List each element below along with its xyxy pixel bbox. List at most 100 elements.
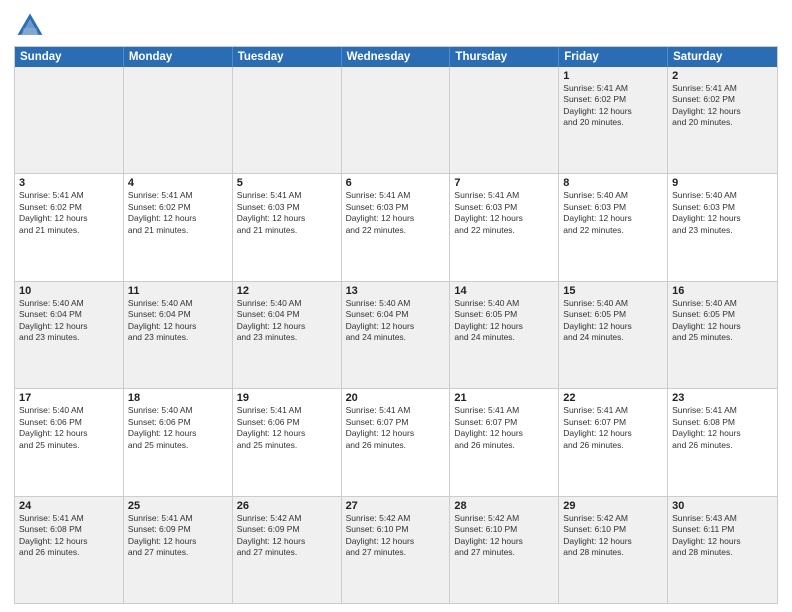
day-number: 9 — [672, 177, 773, 189]
day-info: Sunrise: 5:40 AM Sunset: 6:06 PM Dayligh… — [19, 405, 119, 451]
day-number: 18 — [128, 392, 228, 404]
header-day-tuesday: Tuesday — [233, 47, 342, 67]
calendar-cell: 30Sunrise: 5:43 AM Sunset: 6:11 PM Dayli… — [668, 497, 777, 603]
day-number: 21 — [454, 392, 554, 404]
day-info: Sunrise: 5:41 AM Sunset: 6:02 PM Dayligh… — [19, 190, 119, 236]
calendar-cell: 23Sunrise: 5:41 AM Sunset: 6:08 PM Dayli… — [668, 389, 777, 495]
day-number: 4 — [128, 177, 228, 189]
day-info: Sunrise: 5:42 AM Sunset: 6:10 PM Dayligh… — [563, 513, 663, 559]
day-info: Sunrise: 5:41 AM Sunset: 6:06 PM Dayligh… — [237, 405, 337, 451]
day-number: 29 — [563, 500, 663, 512]
calendar-week-3: 10Sunrise: 5:40 AM Sunset: 6:04 PM Dayli… — [15, 282, 777, 389]
day-number: 27 — [346, 500, 446, 512]
day-number: 28 — [454, 500, 554, 512]
calendar-week-5: 24Sunrise: 5:41 AM Sunset: 6:08 PM Dayli… — [15, 497, 777, 603]
calendar-cell — [124, 67, 233, 173]
day-number: 14 — [454, 285, 554, 297]
header-day-saturday: Saturday — [668, 47, 777, 67]
day-number: 30 — [672, 500, 773, 512]
day-number: 22 — [563, 392, 663, 404]
calendar-cell: 11Sunrise: 5:40 AM Sunset: 6:04 PM Dayli… — [124, 282, 233, 388]
calendar-cell: 4Sunrise: 5:41 AM Sunset: 6:02 PM Daylig… — [124, 174, 233, 280]
day-info: Sunrise: 5:42 AM Sunset: 6:09 PM Dayligh… — [237, 513, 337, 559]
day-number: 5 — [237, 177, 337, 189]
day-number: 2 — [672, 70, 773, 82]
day-number: 15 — [563, 285, 663, 297]
header-day-sunday: Sunday — [15, 47, 124, 67]
day-info: Sunrise: 5:41 AM Sunset: 6:07 PM Dayligh… — [563, 405, 663, 451]
header-day-thursday: Thursday — [450, 47, 559, 67]
day-number: 8 — [563, 177, 663, 189]
day-info: Sunrise: 5:41 AM Sunset: 6:09 PM Dayligh… — [128, 513, 228, 559]
calendar-cell — [15, 67, 124, 173]
day-info: Sunrise: 5:41 AM Sunset: 6:03 PM Dayligh… — [454, 190, 554, 236]
day-number: 26 — [237, 500, 337, 512]
calendar-cell: 12Sunrise: 5:40 AM Sunset: 6:04 PM Dayli… — [233, 282, 342, 388]
calendar-cell: 17Sunrise: 5:40 AM Sunset: 6:06 PM Dayli… — [15, 389, 124, 495]
calendar-cell: 22Sunrise: 5:41 AM Sunset: 6:07 PM Dayli… — [559, 389, 668, 495]
calendar-week-4: 17Sunrise: 5:40 AM Sunset: 6:06 PM Dayli… — [15, 389, 777, 496]
day-info: Sunrise: 5:41 AM Sunset: 6:07 PM Dayligh… — [346, 405, 446, 451]
day-number: 12 — [237, 285, 337, 297]
day-info: Sunrise: 5:40 AM Sunset: 6:06 PM Dayligh… — [128, 405, 228, 451]
day-number: 20 — [346, 392, 446, 404]
calendar-cell: 20Sunrise: 5:41 AM Sunset: 6:07 PM Dayli… — [342, 389, 451, 495]
day-info: Sunrise: 5:40 AM Sunset: 6:03 PM Dayligh… — [563, 190, 663, 236]
calendar-cell — [233, 67, 342, 173]
calendar-cell: 2Sunrise: 5:41 AM Sunset: 6:02 PM Daylig… — [668, 67, 777, 173]
day-info: Sunrise: 5:41 AM Sunset: 6:08 PM Dayligh… — [672, 405, 773, 451]
day-info: Sunrise: 5:42 AM Sunset: 6:10 PM Dayligh… — [346, 513, 446, 559]
logo — [14, 10, 48, 42]
day-info: Sunrise: 5:41 AM Sunset: 6:03 PM Dayligh… — [346, 190, 446, 236]
calendar-cell: 19Sunrise: 5:41 AM Sunset: 6:06 PM Dayli… — [233, 389, 342, 495]
day-info: Sunrise: 5:41 AM Sunset: 6:08 PM Dayligh… — [19, 513, 119, 559]
calendar-cell — [450, 67, 559, 173]
day-info: Sunrise: 5:41 AM Sunset: 6:02 PM Dayligh… — [672, 83, 773, 129]
header-day-friday: Friday — [559, 47, 668, 67]
calendar-cell: 3Sunrise: 5:41 AM Sunset: 6:02 PM Daylig… — [15, 174, 124, 280]
calendar: SundayMondayTuesdayWednesdayThursdayFrid… — [14, 46, 778, 604]
calendar-cell: 14Sunrise: 5:40 AM Sunset: 6:05 PM Dayli… — [450, 282, 559, 388]
day-number: 7 — [454, 177, 554, 189]
calendar-cell: 21Sunrise: 5:41 AM Sunset: 6:07 PM Dayli… — [450, 389, 559, 495]
day-info: Sunrise: 5:41 AM Sunset: 6:03 PM Dayligh… — [237, 190, 337, 236]
calendar-cell: 7Sunrise: 5:41 AM Sunset: 6:03 PM Daylig… — [450, 174, 559, 280]
day-info: Sunrise: 5:42 AM Sunset: 6:10 PM Dayligh… — [454, 513, 554, 559]
day-info: Sunrise: 5:40 AM Sunset: 6:04 PM Dayligh… — [128, 298, 228, 344]
header-day-monday: Monday — [124, 47, 233, 67]
day-info: Sunrise: 5:43 AM Sunset: 6:11 PM Dayligh… — [672, 513, 773, 559]
day-number: 16 — [672, 285, 773, 297]
calendar-cell: 1Sunrise: 5:41 AM Sunset: 6:02 PM Daylig… — [559, 67, 668, 173]
day-number: 24 — [19, 500, 119, 512]
calendar-cell: 18Sunrise: 5:40 AM Sunset: 6:06 PM Dayli… — [124, 389, 233, 495]
calendar-header: SundayMondayTuesdayWednesdayThursdayFrid… — [15, 47, 777, 67]
calendar-cell: 8Sunrise: 5:40 AM Sunset: 6:03 PM Daylig… — [559, 174, 668, 280]
day-info: Sunrise: 5:40 AM Sunset: 6:04 PM Dayligh… — [237, 298, 337, 344]
day-number: 25 — [128, 500, 228, 512]
day-info: Sunrise: 5:40 AM Sunset: 6:05 PM Dayligh… — [563, 298, 663, 344]
day-info: Sunrise: 5:40 AM Sunset: 6:04 PM Dayligh… — [19, 298, 119, 344]
day-info: Sunrise: 5:40 AM Sunset: 6:05 PM Dayligh… — [672, 298, 773, 344]
calendar-week-2: 3Sunrise: 5:41 AM Sunset: 6:02 PM Daylig… — [15, 174, 777, 281]
day-number: 1 — [563, 70, 663, 82]
calendar-body: 1 Sunrise: 5:41 AM Sunset: 6:02 PM Daylig… — [15, 67, 777, 603]
day-number: 6 — [346, 177, 446, 189]
day-number: 3 — [19, 177, 119, 189]
calendar-cell: 6Sunrise: 5:41 AM Sunset: 6:03 PM Daylig… — [342, 174, 451, 280]
calendar-cell: 28Sunrise: 5:42 AM Sunset: 6:10 PM Dayli… — [450, 497, 559, 603]
calendar-cell: 13Sunrise: 5:40 AM Sunset: 6:04 PM Dayli… — [342, 282, 451, 388]
day-number: 17 — [19, 392, 119, 404]
calendar-cell: 15Sunrise: 5:40 AM Sunset: 6:05 PM Dayli… — [559, 282, 668, 388]
calendar-cell: 24Sunrise: 5:41 AM Sunset: 6:08 PM Dayli… — [15, 497, 124, 603]
calendar-cell: 9Sunrise: 5:40 AM Sunset: 6:03 PM Daylig… — [668, 174, 777, 280]
day-number: 19 — [237, 392, 337, 404]
day-info: Sunrise: 5:40 AM Sunset: 6:03 PM Dayligh… — [672, 190, 773, 236]
day-number: 23 — [672, 392, 773, 404]
calendar-cell: 27Sunrise: 5:42 AM Sunset: 6:10 PM Dayli… — [342, 497, 451, 603]
day-info: Sunrise: 5:41 AM Sunset: 6:07 PM Dayligh… — [454, 405, 554, 451]
logo-icon — [14, 10, 46, 42]
day-number: 10 — [19, 285, 119, 297]
calendar-week-1: 1 Sunrise: 5:41 AM Sunset: 6:02 PM Daylig… — [15, 67, 777, 174]
calendar-cell: 5Sunrise: 5:41 AM Sunset: 6:03 PM Daylig… — [233, 174, 342, 280]
day-number: 13 — [346, 285, 446, 297]
